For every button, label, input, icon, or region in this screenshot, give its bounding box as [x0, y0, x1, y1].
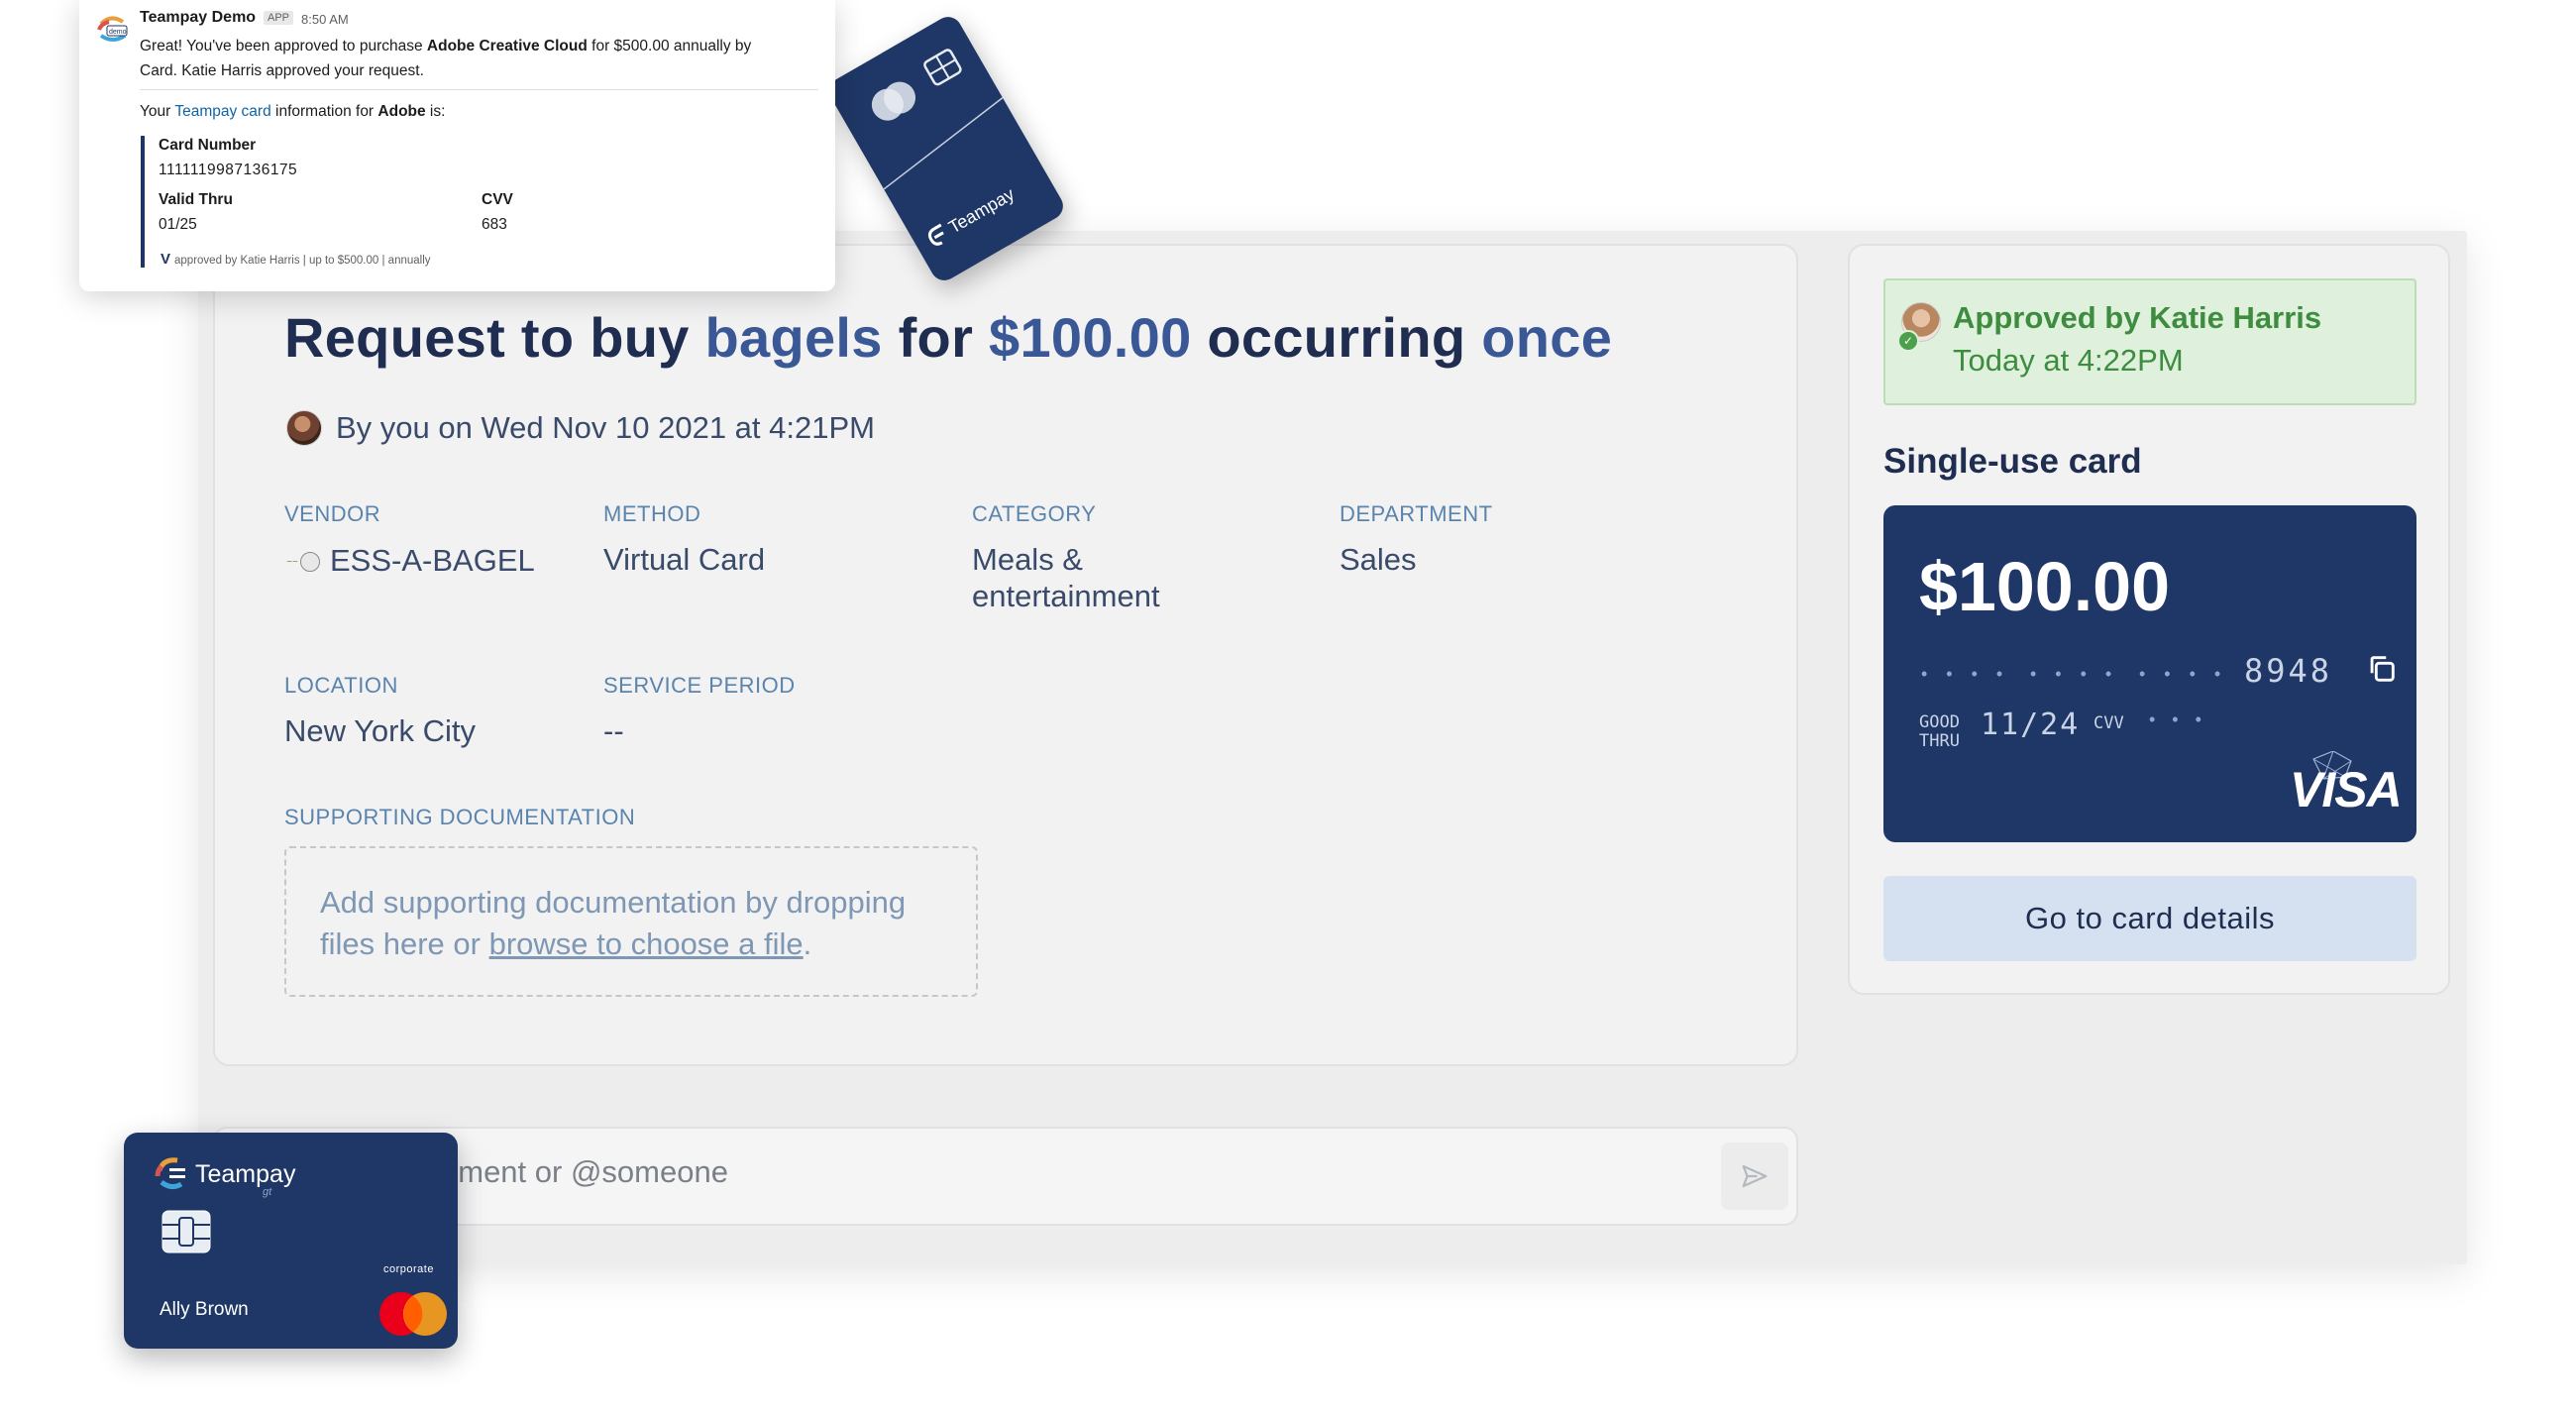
request-amount: $100.00: [989, 306, 1192, 369]
request-item: bagels: [704, 306, 883, 369]
copy-icon[interactable]: [2365, 652, 2399, 686]
teampay-logo-icon: [155, 1157, 185, 1190]
single-use-card-heading: Single-use card: [1883, 442, 2142, 481]
supporting-doc-label: SUPPORTING DOCUMENTATION: [284, 805, 636, 829]
category-label: CATEGORY: [972, 501, 1097, 526]
department-label: DEPARTMENT: [1340, 501, 1493, 526]
slack-message: Great! You've been approved to purchase …: [140, 38, 752, 79]
slack-app-badge: APP: [264, 11, 294, 25]
card-expiry: 11/24: [1981, 708, 2081, 742]
slack-app-name: Teampay Demo: [140, 9, 257, 26]
cvv-masked: • • •: [2149, 709, 2207, 729]
approved-by-text: Approved by Katie Harris: [1953, 300, 2322, 335]
approval-status: ✓ Approved by Katie Harris Today at 4:22…: [1883, 278, 2416, 405]
approved-time: Today at 4:22PM: [1953, 343, 2184, 378]
slack-cvv-value: 683: [482, 216, 507, 233]
corporate-card-brand-sub: gt: [263, 1186, 272, 1198]
check-icon: ✓: [1897, 330, 1919, 352]
location-label: LOCATION: [284, 673, 398, 698]
vendor-value: ESS-A-BAGEL: [330, 543, 535, 578]
valid-thru-label: Valid Thru: [159, 191, 233, 208]
card-number-value: 1111119987136175: [159, 162, 298, 178]
comment-placeholder: nment or @someone: [441, 1154, 728, 1189]
request-byline: By you on Wed Nov 10 2021 at 4:21PM: [286, 410, 875, 446]
visa-logo: VISA: [2290, 762, 2403, 817]
slack-divider: [140, 89, 818, 90]
slack-time: 8:50 AM: [301, 12, 349, 27]
method-value: Virtual Card: [603, 542, 766, 577]
card-number-label: Card Number: [159, 137, 257, 154]
request-frequency: once: [1481, 306, 1613, 369]
service-period-value: --: [603, 713, 624, 748]
corporate-card: Teampay gt corporate Ally Brown: [124, 1133, 458, 1349]
masked-digits-3: • • • •: [2139, 664, 2228, 684]
card-last4: 8948: [2244, 652, 2333, 690]
masked-digits-1: • • • •: [1921, 664, 2010, 684]
department-value: Sales: [1340, 542, 1417, 577]
send-icon: [1742, 1164, 1768, 1188]
teampay-mark-icon: V: [161, 251, 171, 268]
mastercard-logo-icon: [379, 1292, 447, 1336]
request-title: Request to buy bagels for $100.00 occurr…: [284, 306, 1613, 369]
teampay-card-link[interactable]: Teampay card: [174, 103, 270, 120]
virtual-card: $100.00 • • • • • • • • • • • • 8948 GOO…: [1883, 505, 2416, 842]
byline-text: By you on Wed Nov 10 2021 at 4:21PM: [336, 410, 875, 445]
vendor-logo-icon: ~~: [286, 549, 330, 575]
cardholder-name: Ally Brown: [160, 1299, 249, 1320]
slack-cvv-label: CVV: [482, 191, 513, 208]
card-amount: $100.00: [1919, 548, 2171, 625]
slack-attachment-bar: [141, 136, 145, 268]
app-icon-label: demo: [109, 29, 127, 36]
slack-notification: demo Teampay Demo APP 8:50 AM Great! You…: [79, 0, 835, 291]
masked-digits-2: • • • •: [2030, 664, 2119, 684]
requester-avatar: [286, 410, 322, 446]
go-to-card-details-button[interactable]: Go to card details: [1883, 876, 2416, 961]
slack-footer: Vapproved by Katie Harris | up to $500.0…: [161, 251, 431, 268]
valid-thru-value: 01/25: [159, 216, 197, 233]
good-thru-label: GOOD THRU: [1919, 712, 1960, 751]
chip-icon: [161, 1210, 211, 1253]
teampay-demo-app-icon: demo: [97, 16, 128, 42]
browse-file-link[interactable]: browse to choose a file: [489, 926, 804, 961]
vendor-label: VENDOR: [284, 501, 381, 526]
service-period-label: SERVICE PERIOD: [603, 673, 796, 698]
method-label: METHOD: [603, 501, 701, 526]
request-details-panel: Request to buy bagels for $100.00 occurr…: [213, 244, 1798, 1066]
category-value: Meals & entertainment: [972, 542, 1160, 613]
location-value: New York City: [284, 713, 476, 748]
corporate-card-brand: Teampay: [195, 1160, 296, 1188]
slack-card-info: Your Teampay card information for Adobe …: [140, 103, 446, 120]
cvv-label: CVV: [2093, 713, 2124, 733]
approval-card-panel: ✓ Approved by Katie Harris Today at 4:22…: [1848, 244, 2450, 995]
send-button[interactable]: [1721, 1143, 1788, 1210]
corporate-label: corporate: [383, 1263, 434, 1275]
supporting-doc-dropzone[interactable]: Add supporting documentation by dropping…: [284, 846, 978, 997]
